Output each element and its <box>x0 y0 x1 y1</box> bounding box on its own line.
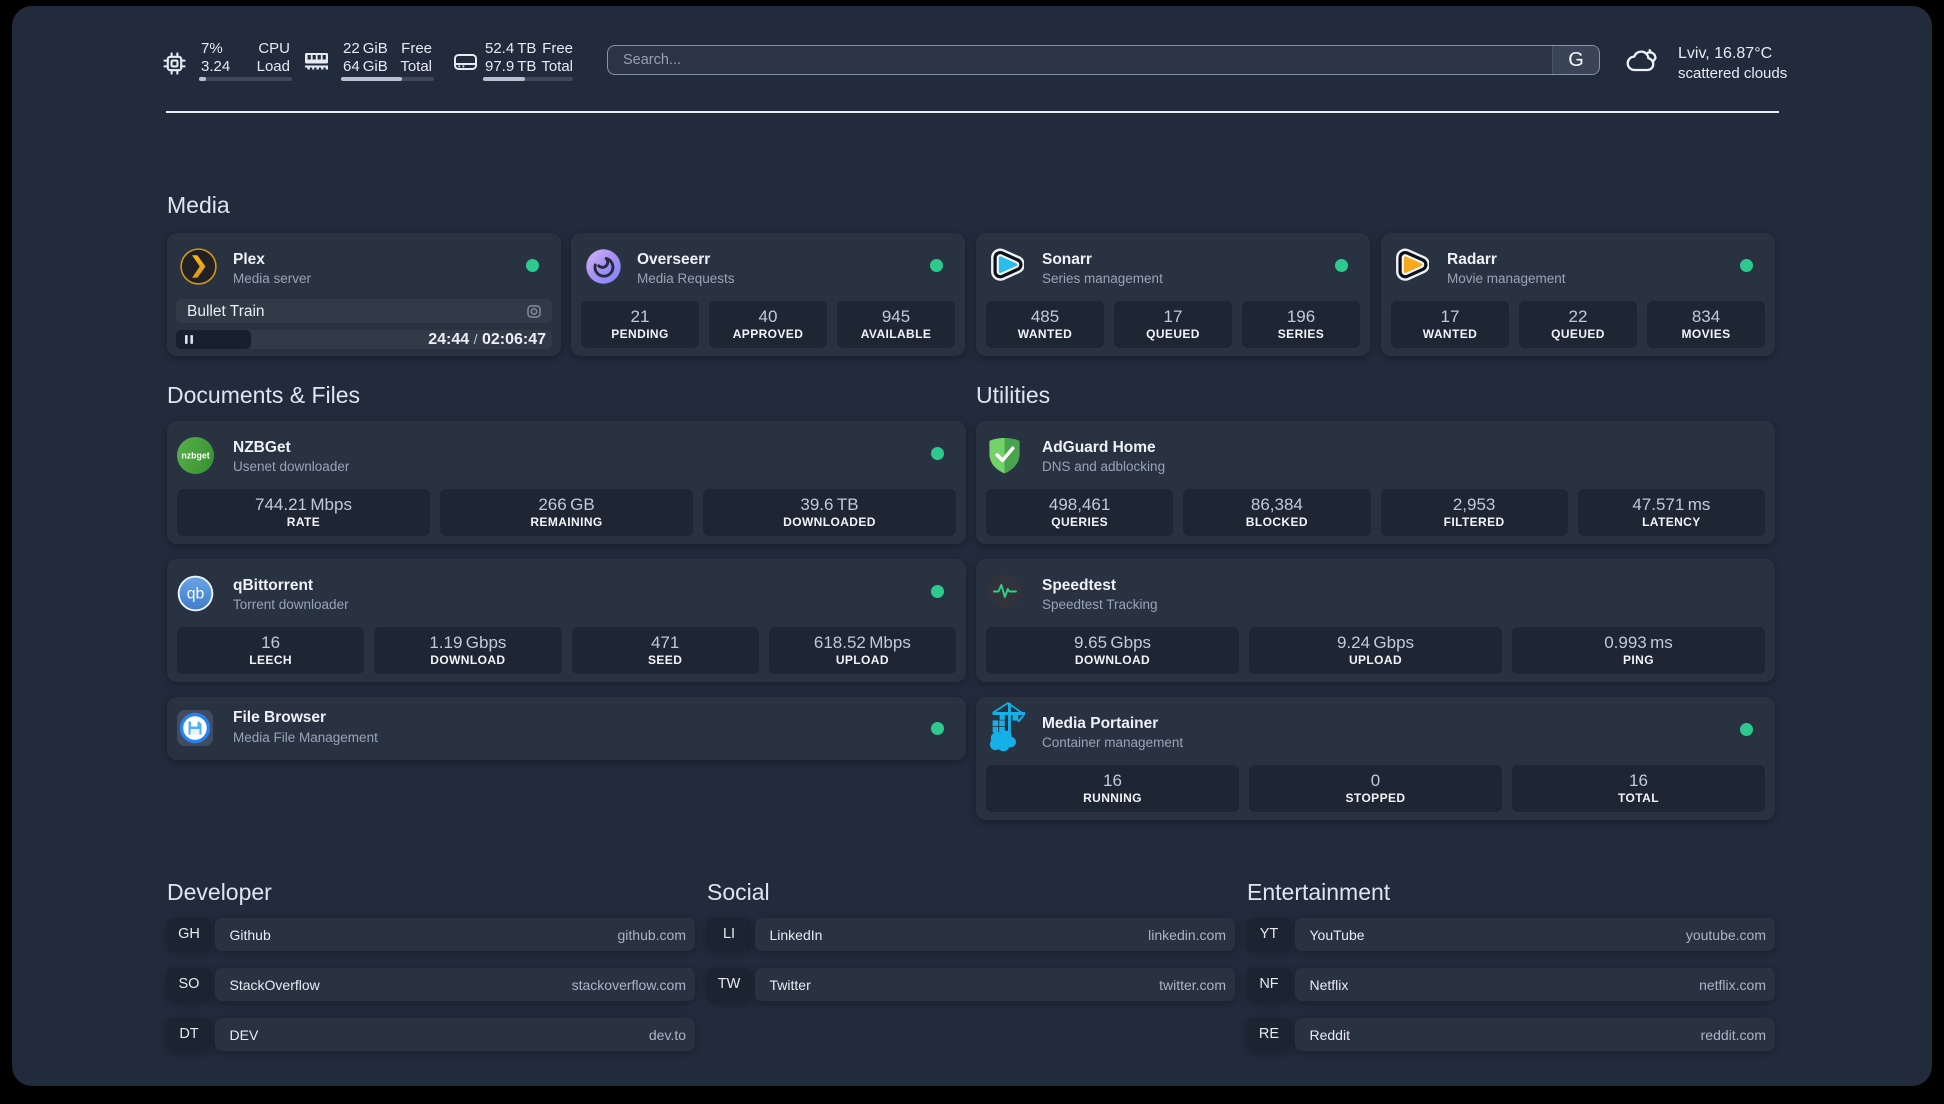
svg-text:nzbget: nzbget <box>181 451 209 461</box>
svg-text:qb: qb <box>187 586 205 603</box>
